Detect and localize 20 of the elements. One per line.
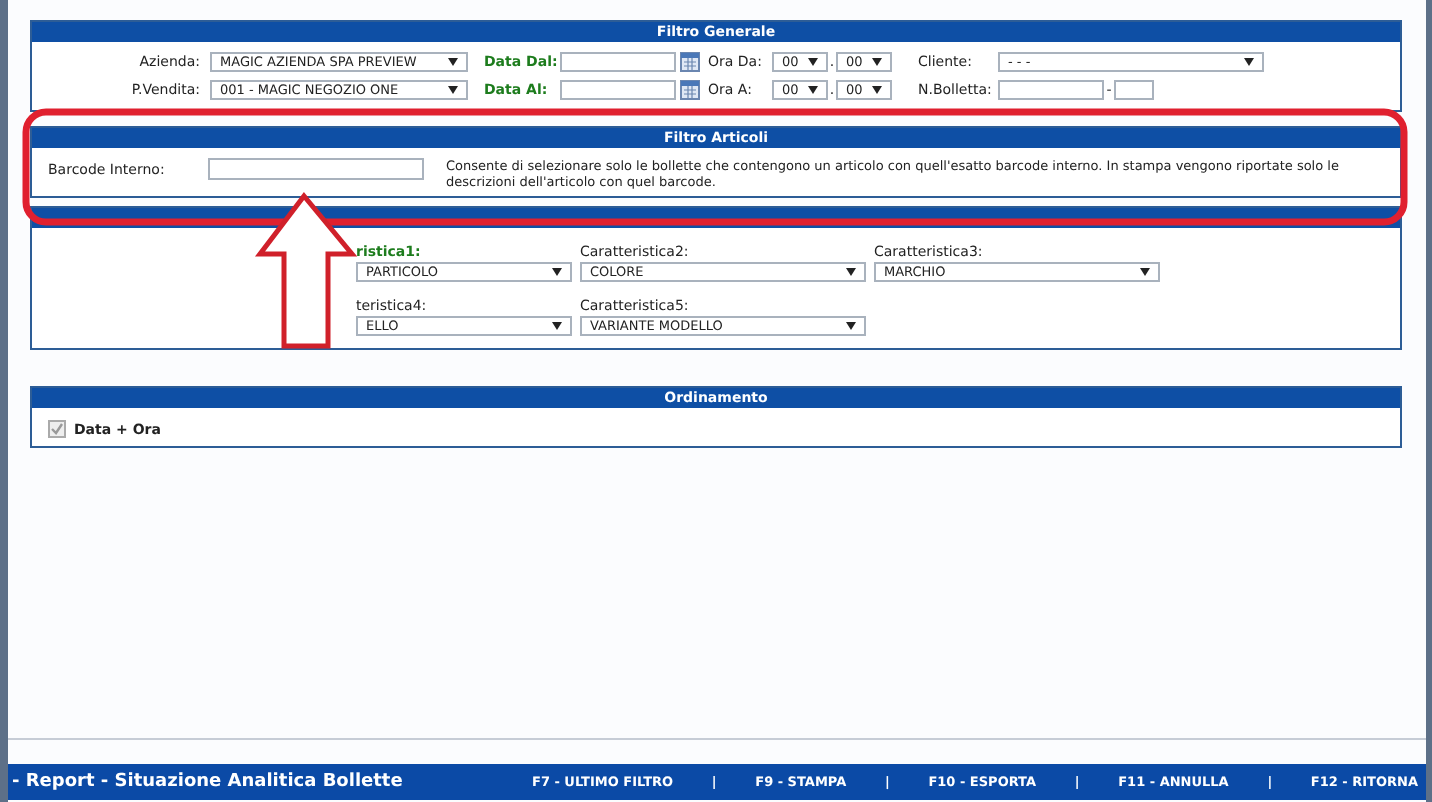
- date-field[interactable]: [560, 80, 676, 100]
- caret-icon: [808, 58, 818, 66]
- calendar-icon[interactable]: [680, 52, 700, 72]
- barcode-field[interactable]: [208, 158, 424, 180]
- caret-icon: [552, 322, 562, 330]
- number-field[interactable]: [998, 80, 1104, 100]
- caret-icon: [1140, 268, 1150, 276]
- date-field[interactable]: [560, 52, 676, 72]
- caret-icon: [1244, 58, 1254, 66]
- caret-icon: [872, 58, 882, 66]
- caret-icon: [846, 322, 856, 330]
- caret-icon: [448, 58, 458, 66]
- calendar-icon[interactable]: [680, 80, 700, 100]
- caret-icon: [552, 268, 562, 276]
- number-field[interactable]: [1114, 80, 1154, 100]
- report-title: - Report - Situazione Analitica Bollette: [10, 772, 405, 792]
- caret-icon: [846, 268, 856, 276]
- caret-icon: [808, 86, 818, 94]
- caret-icon: [448, 86, 458, 94]
- caret-icon: [872, 86, 882, 94]
